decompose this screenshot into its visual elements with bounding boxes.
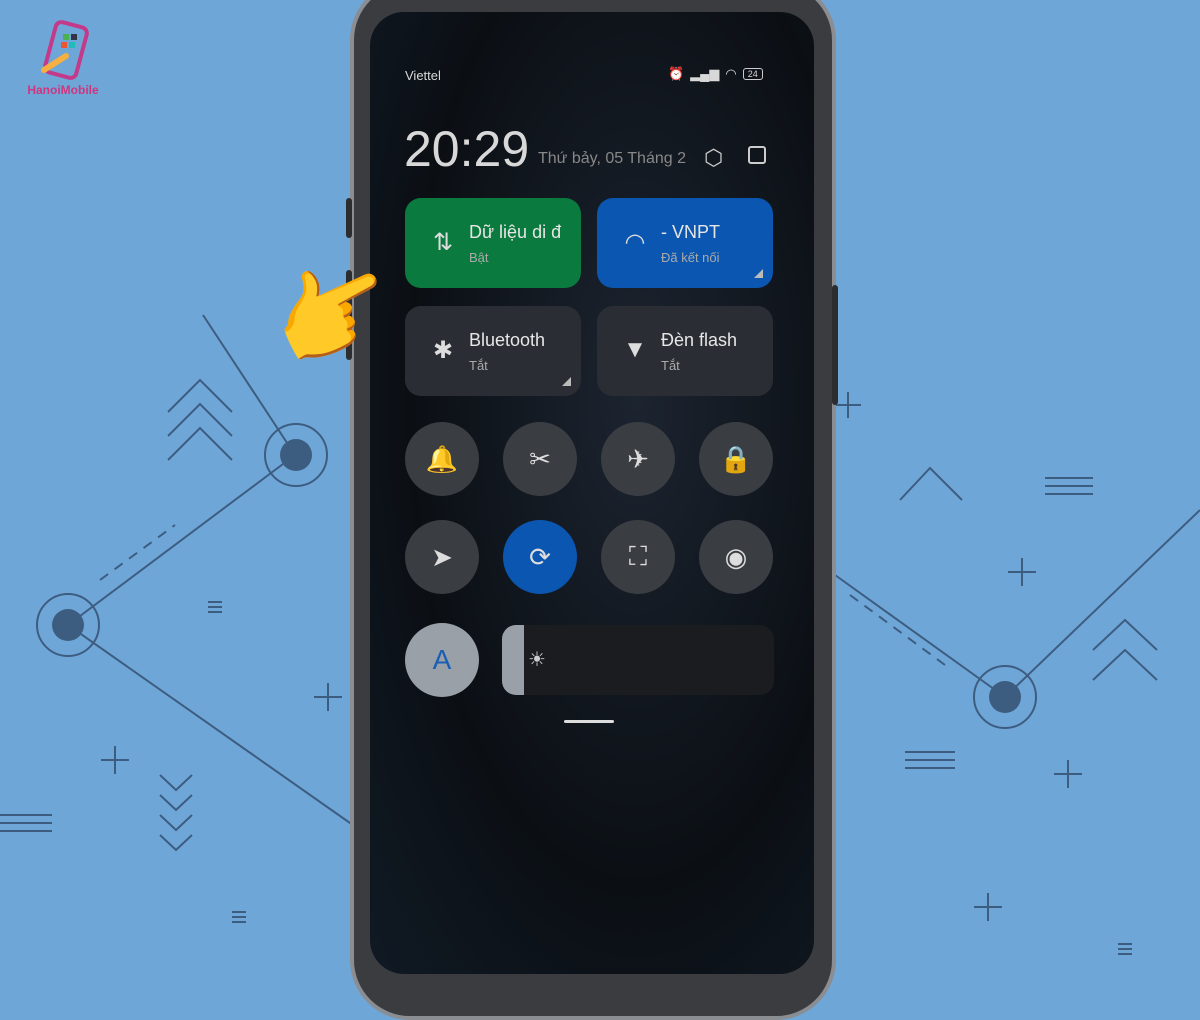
brightness-slider[interactable]: ☀ [502,625,774,695]
phone-side-button [346,198,352,238]
eye-toggle[interactable]: ◉ [699,520,773,594]
tile-bluetooth[interactable]: ✱ Bluetooth Tắt [405,306,581,396]
tile-label: - VNPT [661,222,721,242]
scan-toggle[interactable]: ⛶ [601,520,675,594]
tile-status: Bật [469,250,489,265]
alarm-icon: ⏰ [668,66,685,81]
tile-status: Đã kết nối [661,250,720,265]
brightness-icon: ☀ [528,649,546,671]
auto-brightness-label: A [432,644,452,675]
expand-corner-icon [562,377,571,386]
tile-wifi[interactable]: ◠ - VNPT Đã kết nối [597,198,773,288]
eye-icon: ◉ [724,541,748,572]
phone-side-button [832,285,838,405]
clock: 20:29 [404,121,530,177]
scan-icon: ⛶ [628,541,648,571]
date-label: Thứ bảy, 05 Tháng 2 [538,150,686,167]
battery-icon: 24 [742,68,763,80]
tile-status: Tắt [469,358,488,373]
auto-rotate-icon: ⟳ [529,541,551,572]
bell-toggle[interactable]: 🔔 [405,422,479,496]
tile-label: Đèn flash [661,330,738,350]
location-toggle[interactable]: ➤ [405,520,479,594]
airplane-toggle[interactable]: ✈ [601,422,675,496]
wifi-icon: ◠ [624,229,646,256]
screenshot-icon: ✂ [529,443,551,474]
edit-icon[interactable] [748,146,766,164]
tile-status: Tắt [661,358,680,373]
tile-label: Dữ liệu di đ [469,222,562,242]
logo-text: HanoiMobile [27,83,99,97]
mobile-data-icon: ⇅ [432,229,454,256]
auto-brightness-button[interactable]: A [405,623,479,697]
brightness-fill [502,625,524,695]
auto-rotate-toggle[interactable]: ⟳ [503,520,577,594]
carrier-label: Viettel [405,68,441,83]
expand-corner-icon [754,269,763,278]
lock-toggle[interactable]: 🔒 [699,422,773,496]
wifi-icon: ◠ [725,66,737,81]
tile-mobile-data[interactable]: ⇅ Dữ liệu di đ Bật [405,198,581,288]
logo-phone-icon [41,20,89,80]
location-icon: ➤ [431,541,453,572]
settings-icon[interactable]: ⬡ [704,145,723,171]
drag-handle[interactable] [564,720,614,723]
status-icons: ⏰ ▂▄▆ ◠ 24 [668,66,763,82]
control-center: Viettel ⏰ ▂▄▆ ◠ 24 20:29 Thứ bảy, 05 Thá… [370,12,814,974]
tile-flashlight[interactable]: ▼ Đèn flash Tắt [597,306,773,396]
lock-icon: 🔒 [719,443,753,474]
logo: HanoiMobile [8,20,118,105]
screenshot-toggle[interactable]: ✂ [503,422,577,496]
signal-icon: ▂▄▆ [690,66,720,81]
bluetooth-icon: ✱ [432,337,454,364]
bell-icon: 🔔 [425,443,459,474]
airplane-icon: ✈ [627,443,649,474]
flashlight-icon: ▼ [623,336,647,363]
tile-label: Bluetooth [469,330,546,350]
